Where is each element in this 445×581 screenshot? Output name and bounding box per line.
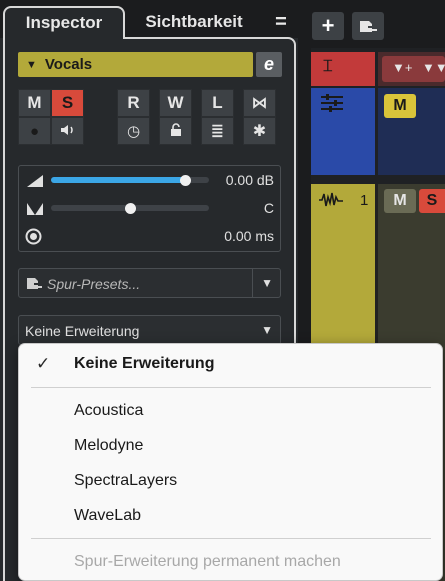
frame-cover [5, 36, 123, 40]
extension-dropdown-menu: ✓ Keine Erweiterung Acoustica Melodyne S… [18, 343, 443, 581]
lanes-icon: ≣ [210, 123, 225, 140]
asterisk-icon: ✱ [252, 123, 267, 140]
mute-button[interactable]: M [18, 89, 51, 117]
presets-divider [252, 269, 253, 297]
clock-icon: ◷ [126, 123, 141, 140]
tab-menu-icon[interactable]: = [268, 6, 294, 38]
listen-button[interactable]: L [201, 89, 234, 117]
freeze-icon: ⋈ [251, 95, 268, 112]
lock-button[interactable] [159, 117, 192, 145]
record-enable-button[interactable]: ● [18, 117, 51, 145]
preset-icon [359, 13, 377, 39]
extension-selected: Keine Erweiterung [25, 323, 140, 339]
insert-icon: ▼+ [392, 60, 413, 75]
presets-placeholder: Spur-Presets... [47, 276, 141, 292]
preset-icon [26, 276, 42, 295]
mixer-icon [321, 94, 343, 117]
menu-divider [31, 538, 431, 539]
extra-button[interactable]: ✱ [243, 117, 276, 145]
pan-icon [27, 202, 43, 220]
waveform-icon [319, 192, 343, 213]
pan-knob[interactable] [124, 202, 136, 214]
write-automation-button[interactable]: W [159, 89, 192, 117]
tab-inspector[interactable]: Inspector [3, 6, 125, 38]
menu-item-none[interactable]: Keine Erweiterung [74, 355, 214, 373]
delay-row: 0.00 ms [19, 222, 280, 250]
delay-value[interactable]: 0.00 ms [224, 228, 274, 244]
vocals-solo-button[interactable]: S [419, 189, 445, 213]
monitor-button[interactable] [51, 117, 84, 145]
tab-bar: Inspector Sichtbarkeit = [0, 0, 298, 38]
volume-knob[interactable] [179, 174, 191, 186]
freeze-button[interactable]: ⋈ [243, 89, 276, 117]
fader-section: 0.00 dB C 0.00 ms [18, 165, 281, 252]
solo-button[interactable]: S [51, 89, 84, 117]
edit-channel-button[interactable]: e [256, 52, 282, 77]
menu-item-melodyne[interactable]: Melodyne [74, 437, 143, 455]
chevron-down-icon[interactable]: ▼ [261, 323, 273, 337]
tab-visibility[interactable]: Sichtbarkeit [130, 6, 258, 38]
timebase-button[interactable]: ◷ [117, 117, 150, 145]
menu-divider [31, 387, 431, 388]
track-number: 1 [360, 192, 369, 209]
volume-value[interactable]: 0.00 dB [226, 172, 274, 188]
add-track-button[interactable]: + [312, 12, 344, 40]
track-presets-button[interactable] [352, 12, 384, 40]
pan-value[interactable]: C [264, 200, 274, 216]
pan-slider[interactable] [51, 202, 209, 214]
insert-icon: ▼▼ [422, 60, 445, 75]
menu-item-wavelab[interactable]: WaveLab [74, 507, 141, 525]
delay-icon [25, 228, 42, 250]
volume-row: 0.00 dB [19, 166, 280, 194]
lanes-button[interactable]: ≣ [201, 117, 234, 145]
vocals-mute-button[interactable]: M [384, 189, 416, 213]
chevron-down-icon[interactable]: ▼ [261, 276, 273, 290]
lock-icon [169, 122, 183, 140]
track-red-controls[interactable]: ▼+ ▼▼ [382, 56, 445, 82]
blue-mute-button[interactable]: M [384, 94, 416, 118]
track-name-label: Vocals [44, 56, 93, 73]
track-presets-field[interactable]: Spur-Presets... ▼ [18, 268, 281, 298]
speaker-icon [60, 123, 76, 140]
collapse-triangle-icon[interactable]: ▼ [26, 59, 37, 71]
volume-icon [27, 174, 43, 192]
record-icon: ● [29, 122, 40, 140]
track-name-header[interactable]: ▼ Vocals [18, 52, 253, 77]
extension-select[interactable]: Keine Erweiterung ▼ [18, 315, 281, 345]
track-red-header[interactable]: ⌶ [311, 52, 375, 86]
project-toolbar: + [304, 6, 445, 42]
volume-fill [51, 177, 186, 183]
menu-item-spectralayers[interactable]: SpectraLayers [74, 472, 177, 490]
read-automation-button[interactable]: R [117, 89, 150, 117]
menu-item-make-permanent: Spur-Erweiterung permanent machen [74, 553, 341, 570]
daw-window: Inspector Sichtbarkeit = ▼ Vocals e M S … [0, 0, 445, 581]
plus-icon: + [321, 13, 335, 38]
pan-row: C [19, 194, 280, 222]
menu-item-acoustica[interactable]: Acoustica [74, 402, 143, 420]
checkmark-icon: ✓ [36, 354, 51, 373]
track-blue-header[interactable] [311, 88, 375, 175]
marker-icon: ⌶ [323, 58, 333, 75]
volume-slider[interactable] [51, 174, 209, 186]
